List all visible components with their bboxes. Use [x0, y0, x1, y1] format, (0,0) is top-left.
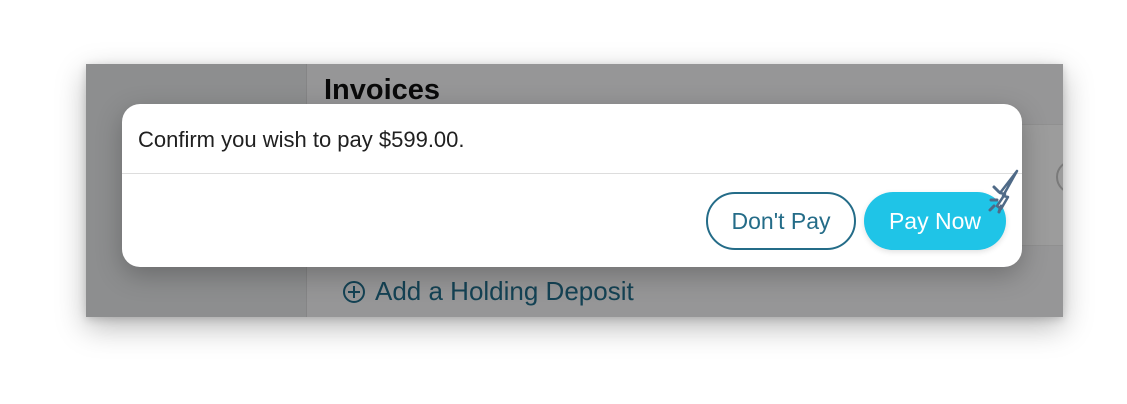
dialog-divider — [122, 173, 1022, 174]
pay-now-button[interactable]: Pay Now — [864, 192, 1006, 250]
dialog-actions: Don't Pay Pay Now — [706, 192, 1006, 250]
dont-pay-button[interactable]: Don't Pay — [706, 192, 856, 250]
payment-confirmation-dialog: Confirm you wish to pay $599.00. Don't P… — [122, 104, 1022, 267]
confirmation-message: Confirm you wish to pay $599.00. — [138, 127, 465, 152]
